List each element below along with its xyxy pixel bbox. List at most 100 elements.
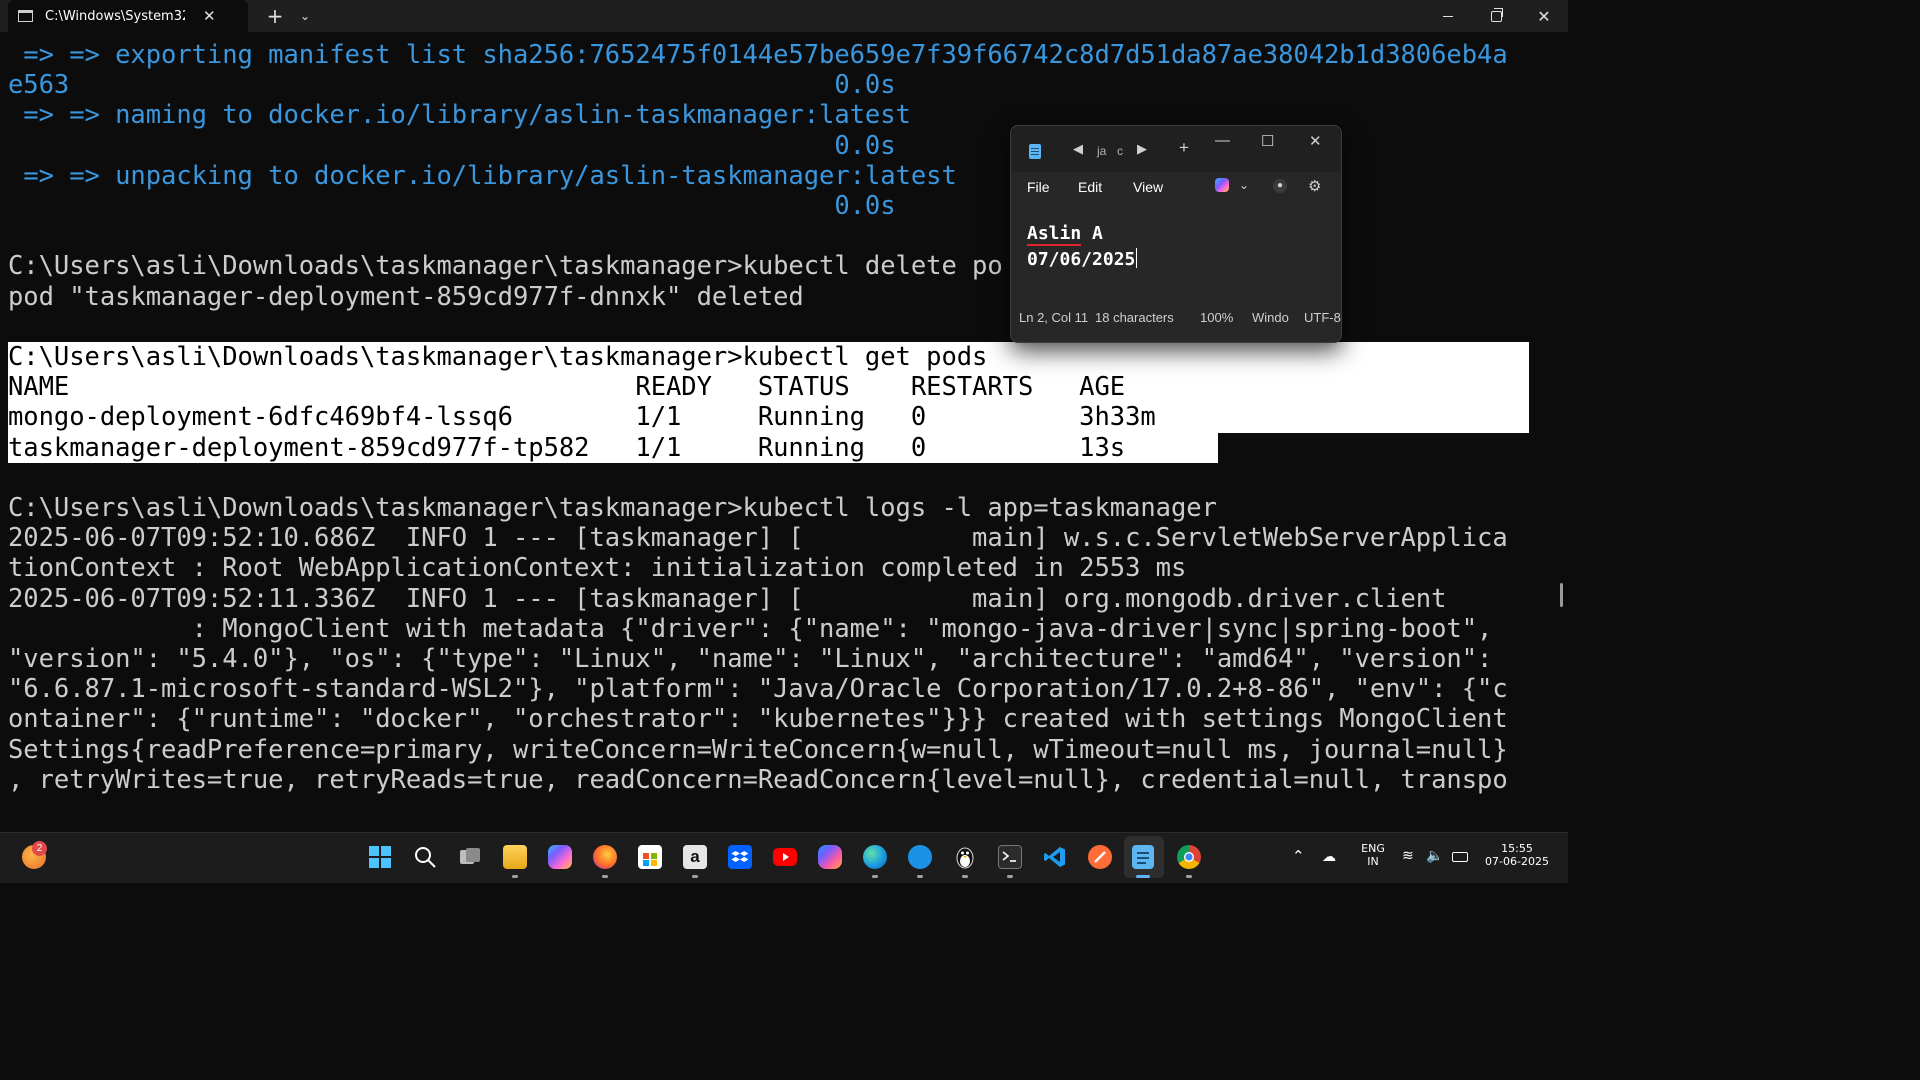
terminal-line: 2025-06-07T09:52:11.336Z INFO 1 --- [tas… <box>8 583 1447 614</box>
cmd-icon <box>18 10 33 22</box>
docker-icon[interactable] <box>908 845 932 869</box>
terminal-line: 0.0s <box>8 130 896 161</box>
battery-icon[interactable] <box>1452 852 1468 862</box>
youtube-icon[interactable] <box>773 848 797 866</box>
running-indicator <box>1136 875 1150 878</box>
terminal-line: C:\Users\asli\Downloads\taskmanager\task… <box>8 493 1217 523</box>
terminal-line: taskmanager-deployment-859cd977f-tp582 1… <box>8 432 1126 463</box>
menu-file[interactable]: File <box>1027 179 1050 195</box>
terminal-line: mongo-deployment-6dfc469bf4-lssq6 1/1 Ru… <box>8 402 1156 433</box>
running-indicator <box>1186 875 1192 878</box>
status-line-ending: Windo <box>1252 310 1289 325</box>
terminal-line: C:\Users\asli\Downloads\taskmanager\task… <box>8 342 988 372</box>
terminal-line: NAME READY STATUS RESTARTS AGE <box>8 372 1126 403</box>
wifi-icon[interactable]: ≋ <box>1402 848 1414 864</box>
chrome-icon[interactable] <box>1177 845 1201 869</box>
account-icon[interactable]: ● <box>1273 179 1287 193</box>
tab-dropdown-button[interactable]: ⌄ <box>294 0 316 32</box>
terminal-line: ontainer": {"runtime": "docker", "orches… <box>8 704 1508 735</box>
firefox-icon[interactable] <box>593 845 617 869</box>
notepad-titlebar: ◀ ja c ▶ + — ☐ ✕ <box>1011 126 1341 172</box>
terminal-line: C:\Users\asli\Downloads\taskmanager\task… <box>8 251 1003 282</box>
microsoft-store-icon[interactable] <box>638 845 662 869</box>
terminal-line: : MongoClient with metadata {"driver": {… <box>8 613 1493 644</box>
region-label: IN <box>1367 855 1379 868</box>
terminal-line: => => exporting manifest list sha256:765… <box>8 40 1508 70</box>
dropbox-icon[interactable] <box>728 845 752 869</box>
notepad-minimize-icon[interactable]: — <box>1215 132 1230 149</box>
scrollbar-thumb[interactable] <box>1560 583 1563 607</box>
editor-text: 07/06/2025 <box>1027 249 1136 270</box>
terminal-line: pod "taskmanager-deployment-859cd977f-dn… <box>8 281 804 312</box>
clock[interactable]: 15:55 07-06-2025 <box>1478 842 1556 868</box>
notepad-statusbar: Ln 2, Col 11 18 characters 100% Windo UT… <box>1011 298 1341 342</box>
notepad-app-icon <box>1029 144 1041 159</box>
running-indicator <box>602 875 608 878</box>
menu-edit[interactable]: Edit <box>1078 179 1102 195</box>
microsoft-365-icon[interactable] <box>818 845 842 869</box>
terminal-line: 2025-06-07T09:52:10.686Z INFO 1 --- [tas… <box>8 523 1508 554</box>
task-view-icon[interactable] <box>458 845 482 869</box>
running-indicator <box>692 875 698 878</box>
vscode-icon[interactable] <box>1043 845 1067 869</box>
edge-icon[interactable] <box>863 845 887 869</box>
terminal-line: "6.6.87.1-microsoft-standard-WSL2"}, "pl… <box>8 674 1508 705</box>
terminal-line: 0.0s <box>8 191 896 221</box>
running-indicator <box>872 875 878 878</box>
notepad-maximize-icon[interactable]: ☐ <box>1261 132 1274 150</box>
restore-icon <box>1490 7 1503 22</box>
notepad-window[interactable]: ◀ ja c ▶ + — ☐ ✕ File Edit View ⌄ ● ⚙ As… <box>1010 125 1342 343</box>
terminal-line: "version": "5.4.0"}, "os": {"type": "Lin… <box>8 644 1493 674</box>
status-encoding: UTF-8 <box>1304 310 1341 325</box>
language-label: ENG <box>1361 842 1385 855</box>
running-indicator <box>512 875 518 878</box>
terminal-tab[interactable]: C:\Windows\System32\cmd.exe ✕ <box>8 0 248 32</box>
input-language[interactable]: ENG IN <box>1356 842 1390 868</box>
status-char-count: 18 characters <box>1095 310 1174 325</box>
editor-text: A <box>1081 223 1103 244</box>
new-tab-button[interactable]: + <box>262 0 288 32</box>
status-zoom[interactable]: 100% <box>1200 310 1233 325</box>
maximize-button[interactable] <box>1474 0 1518 32</box>
terminal-line: => => unpacking to docker.io/library/asl… <box>8 160 957 191</box>
terminal-line: Settings{readPreference=primary, writeCo… <box>8 734 1508 765</box>
onedrive-cloud-icon[interactable]: ☁ <box>1322 849 1336 865</box>
show-hidden-icons-chevron-icon[interactable]: ⌃ <box>1292 847 1305 865</box>
scroll-tabs-right-icon[interactable]: ▶ <box>1137 141 1147 157</box>
notepad-new-tab-button[interactable]: + <box>1179 138 1189 158</box>
notepad-editor[interactable]: Aslin A 07/06/2025 <box>1011 210 1341 298</box>
file-explorer-icon[interactable] <box>503 845 527 869</box>
settings-gear-icon[interactable]: ⚙ <box>1308 177 1321 195</box>
postman-icon[interactable] <box>1088 845 1112 869</box>
spellcheck-word: Aslin <box>1027 223 1082 246</box>
search-icon[interactable] <box>413 845 437 869</box>
chevron-down-icon[interactable]: ⌄ <box>1239 178 1249 192</box>
text-caret <box>1136 248 1138 268</box>
amazon-icon[interactable]: a <box>683 845 707 869</box>
terminal-icon[interactable] <box>998 845 1022 869</box>
editor-line-2: 07/06/2025 <box>1027 248 1138 270</box>
notepad-tab-label-2[interactable]: c <box>1117 144 1123 158</box>
linux-penguin-icon[interactable] <box>953 845 977 869</box>
terminal-line: e563 0.0s <box>8 70 896 101</box>
running-indicator <box>962 875 968 878</box>
terminal-line: tionContext : Root WebApplicationContext… <box>8 553 1187 584</box>
volume-icon[interactable]: 🔈 <box>1426 848 1443 864</box>
tab-close-icon[interactable]: ✕ <box>203 7 216 25</box>
title-bar: C:\Windows\System32\cmd.exe ✕ + ⌄ ✕ <box>0 0 1568 32</box>
status-cursor-position: Ln 2, Col 11 <box>1019 310 1089 325</box>
minimize-button[interactable] <box>1426 0 1470 32</box>
start-icon[interactable] <box>368 845 392 869</box>
close-button[interactable]: ✕ <box>1522 0 1566 32</box>
scroll-tabs-left-icon[interactable]: ◀ <box>1073 141 1083 157</box>
copilot-icon[interactable] <box>548 845 572 869</box>
menu-view[interactable]: View <box>1133 179 1163 195</box>
copilot-icon[interactable] <box>1215 178 1229 192</box>
minimize-icon <box>1443 15 1453 17</box>
notepad-tab-label[interactable]: ja <box>1097 144 1106 158</box>
notification-badge: 2 <box>32 841 47 856</box>
clock-time: 15:55 <box>1501 842 1533 855</box>
notepad-close-icon[interactable]: ✕ <box>1309 132 1322 150</box>
editor-line-1: Aslin A <box>1027 223 1103 246</box>
notepad-icon[interactable] <box>1132 845 1154 869</box>
